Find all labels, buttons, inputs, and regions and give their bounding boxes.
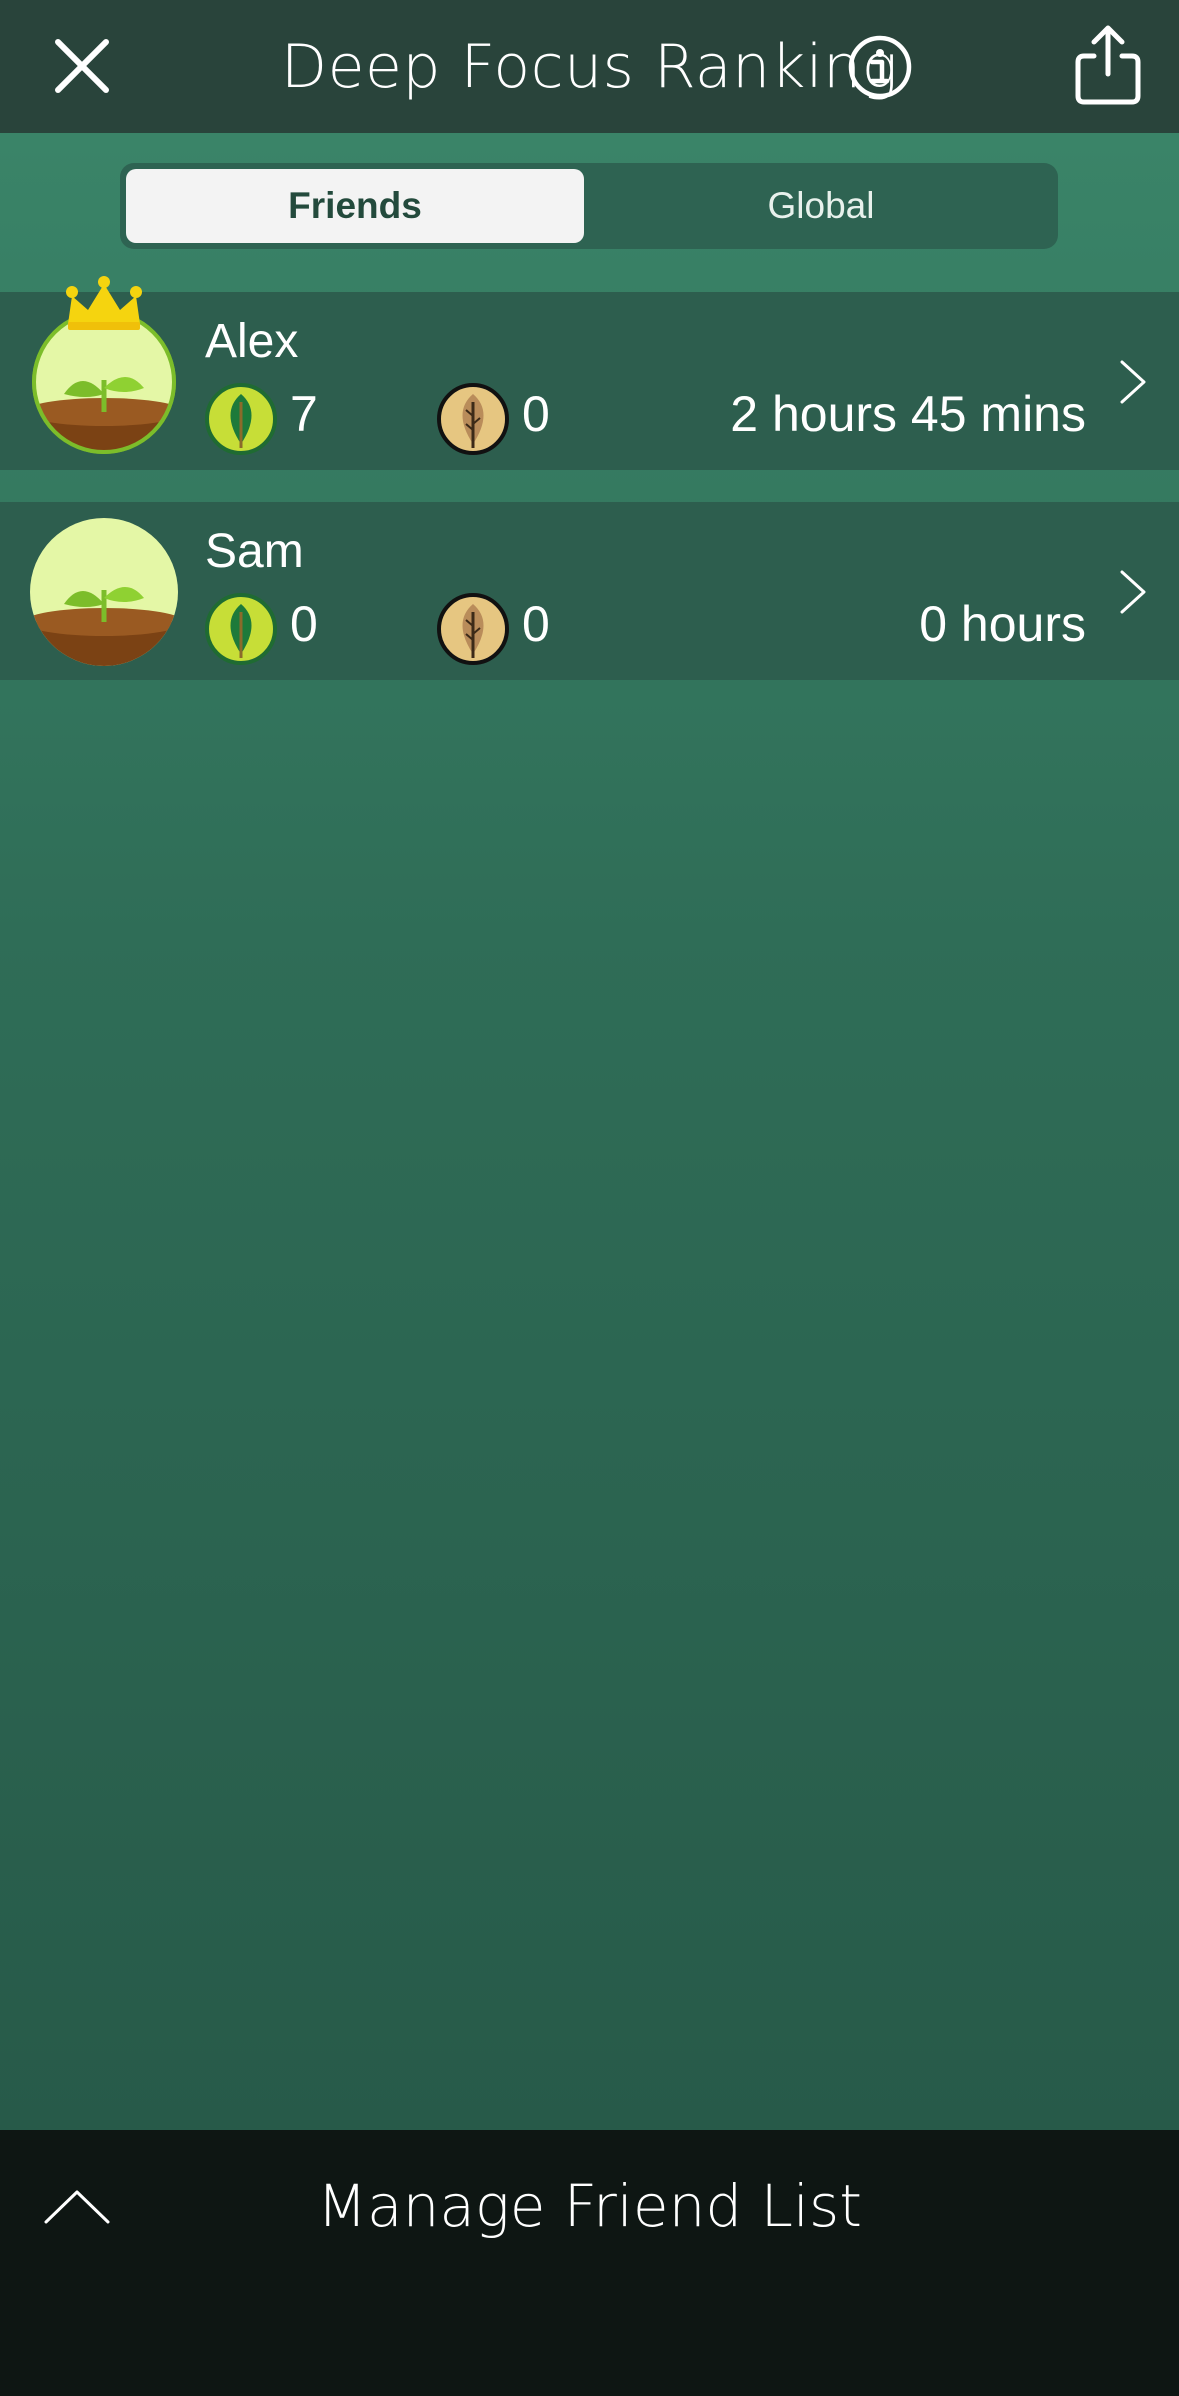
friend-name: Sam — [205, 525, 304, 578]
friend-row[interactable]: Sam 0 0 0 hours — [0, 502, 1179, 680]
tab-global[interactable]: Global — [590, 169, 1052, 243]
chevron-right-icon — [1120, 360, 1146, 404]
share-icon[interactable] — [1070, 22, 1146, 108]
focus-duration: 0 hours — [919, 596, 1086, 652]
live-tree-icon — [205, 593, 277, 665]
manage-friend-list-button[interactable]: Manage Friend List — [0, 2130, 1179, 2282]
friend-row[interactable]: Alex 7 0 2 hours 45 mins — [0, 276, 1179, 470]
friend-name: Alex — [205, 315, 299, 368]
title-wrap: Deep Focus Ranking — [0, 0, 1179, 133]
withered-tree-icon — [437, 383, 509, 455]
header-bar: Deep Focus Ranking — [0, 0, 1179, 133]
crown-icon — [66, 276, 142, 330]
page-title: Deep Focus Ranking — [280, 31, 899, 102]
live-tree-icon — [205, 383, 277, 455]
screen: Deep Focus Ranking Friends Global Alex 7… — [0, 0, 1179, 2396]
withered-tree-icon — [437, 593, 509, 665]
sprout-avatar-icon — [30, 518, 178, 666]
tab-friends[interactable]: Friends — [126, 169, 584, 243]
close-icon[interactable] — [42, 26, 122, 106]
live-tree-count: 0 — [290, 596, 318, 652]
focus-duration: 2 hours 45 mins — [730, 386, 1086, 442]
live-tree-count: 7 — [290, 386, 318, 442]
withered-tree-count: 0 — [522, 596, 550, 652]
withered-tree-count: 0 — [522, 386, 550, 442]
manage-friends-bar[interactable]: Manage Friend List — [0, 2130, 1179, 2396]
ranking-scope-tabs: Friends Global — [120, 163, 1058, 249]
chevron-right-icon — [1120, 570, 1146, 614]
info-icon[interactable] — [846, 33, 914, 101]
